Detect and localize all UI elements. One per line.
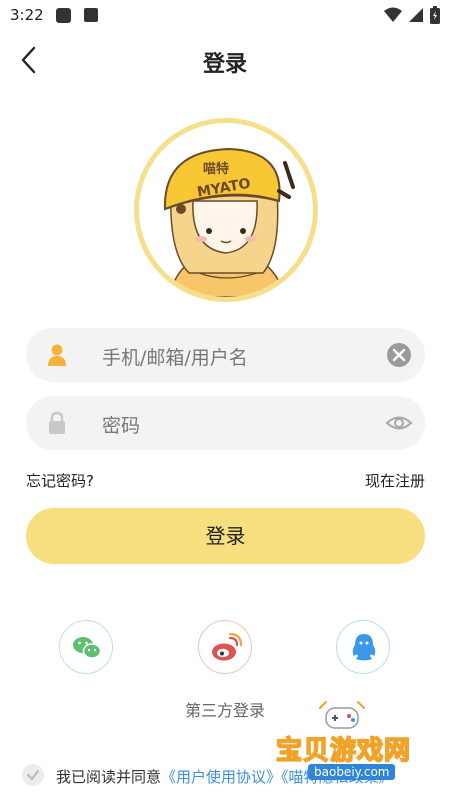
watermark-url: baobeiy.com [308, 764, 396, 780]
register-link[interactable]: 现在注册 [365, 470, 425, 491]
user-agreement-link[interactable]: 《用户使用协议》 [161, 768, 281, 786]
qq-login-button[interactable] [336, 620, 390, 674]
gamepad-icon [319, 701, 365, 729]
avatar: 喵特 MYATO [134, 118, 318, 302]
wechat-icon [73, 637, 102, 659]
watermark-title: 宝贝游戏网 [275, 735, 412, 767]
notification-square-icon [56, 8, 71, 23]
forgot-password-link[interactable]: 忘记密码? [26, 470, 94, 491]
password-placeholder: 密码 [102, 415, 141, 437]
battery-icon [430, 6, 440, 24]
weibo-login-button[interactable] [198, 620, 252, 674]
avatar-illustration: 喵特 MYATO [139, 123, 313, 297]
clear-icon[interactable] [385, 341, 413, 369]
status-bar: 3:22 [0, 0, 450, 32]
lock-icon [49, 411, 65, 434]
signal-icon [409, 8, 423, 22]
site-watermark: 宝贝游戏网 baobeiy.com [270, 700, 450, 800]
avatar-badge-text: 喵特 [203, 161, 229, 177]
status-icons [384, 6, 440, 24]
user-icon [48, 344, 66, 366]
page-title: 登录 [202, 52, 247, 77]
login-button[interactable]: 登录 [26, 508, 425, 564]
check-icon [27, 770, 39, 781]
username-placeholder: 手机/邮箱/用户名 [102, 347, 248, 369]
password-field[interactable]: 密码 [26, 396, 425, 450]
weibo-icon [212, 632, 243, 661]
account-links: 忘记密码? 现在注册 [26, 470, 425, 490]
status-time: 3:22 [10, 6, 44, 24]
agreement-checkbox[interactable] [22, 764, 44, 786]
wechat-login-button[interactable] [59, 620, 113, 674]
username-field[interactable]: 手机/邮箱/用户名 [26, 328, 425, 382]
wifi-icon [384, 7, 402, 22]
qq-icon [352, 634, 376, 661]
eye-icon[interactable] [385, 409, 413, 437]
app-notification-icon [84, 8, 98, 22]
header: 登录 [0, 32, 450, 88]
agreement-prefix: 我已阅读并同意 [56, 768, 162, 786]
